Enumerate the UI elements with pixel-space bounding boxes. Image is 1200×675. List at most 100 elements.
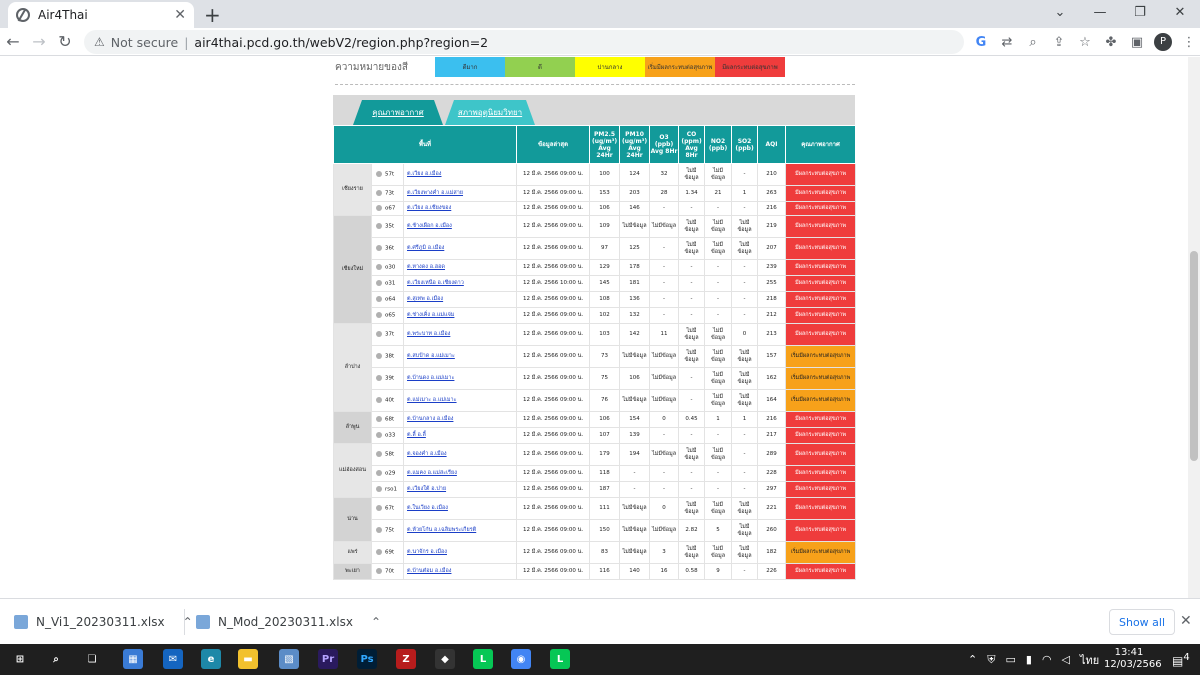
reload-icon[interactable]: ↻ [52,32,78,51]
area-link[interactable]: ต.พระบาท อ.เมือง [407,331,450,337]
chevron-up-icon[interactable]: ⌃ [371,615,381,629]
zoom-icon[interactable]: ⌕ [1020,35,1046,50]
line-icon[interactable]: L [550,649,570,669]
quality-cell: เริ่มมีผลกระทบต่อสุขภาพ [785,345,857,368]
share-icon[interactable]: ⇪ [1046,35,1072,50]
chevron-up-icon[interactable]: ⌃ [968,653,977,666]
download-filename[interactable]: N_Mod_20230311.xlsx [218,615,353,629]
task-view-icon[interactable]: ❏ [82,649,102,669]
pm10-cell: ไม่มีข้อมูล [619,345,651,368]
province-cell: เชียงราย [333,163,372,216]
area-link[interactable]: ต.แม่เมาะ อ.แม่เมาะ [407,397,457,403]
edge-icon[interactable]: e [201,649,221,669]
clock[interactable]: 13:41 12/03/2566 [1104,647,1162,671]
chrome-icon[interactable]: ◉ [511,649,531,669]
search-icon[interactable]: ⌕ [46,649,66,669]
close-tab-icon[interactable]: ✕ [174,7,186,23]
area-link[interactable]: ต.แมคง อ.แม่สะเรียง [407,470,457,476]
o3-cell: - [649,259,680,276]
table-row: เชียงใหม่ 35t ต.ช้างเผือก อ.เมือง 12 มี.ค. … [333,215,857,324]
display-icon[interactable]: ▭ [1005,653,1015,666]
area-link[interactable]: ต.ศรีภูมิ อ.เมือง [407,245,444,251]
volume-icon[interactable]: ◁ [1062,653,1070,666]
area-link[interactable]: ต.บ้านกลาง อ.เมือง [407,416,453,422]
maximize-icon[interactable]: ❐ [1120,0,1160,28]
close-window-icon[interactable]: ✕ [1160,0,1200,28]
photoshop-icon[interactable]: Ps [357,649,377,669]
quality-cell: มีผลกระทบต่อสุขภาพ [785,497,857,520]
area-link[interactable]: ต.สุเทพ อ.เมือง [407,296,443,302]
browser-tab[interactable]: Air4Thai ✕ [8,2,194,28]
pm10-cell: 194 [619,443,651,466]
area-link[interactable]: ต.เวียงใต้ อ.ปาย [407,486,446,492]
area-link[interactable]: ต.เวียงพางคำ อ.แม่สาย [407,190,463,196]
network-icon[interactable]: ◠ [1042,653,1052,666]
windows-start-icon[interactable]: ⊞ [10,649,30,669]
area-link[interactable]: ต.ห้วยโก๋น อ.เฉลิมพระเกียรติ [407,527,476,533]
area-link[interactable]: ต.หางดง อ.ฮอด [407,264,445,270]
scrollbar-thumb[interactable] [1190,251,1198,461]
address-bar[interactable]: ⚠ Not secure | air4thai.pcd.go.th/webV2/… [84,30,964,54]
download-bar: N_Vi1_20230311.xlsx ⌃ N_Mod_20230311.xls… [0,598,1200,644]
station-cell: 69t [371,541,404,564]
security-icon[interactable]: ⛨ [987,653,995,667]
show-all-button[interactable]: Show all [1109,609,1175,635]
extensions-icon[interactable]: ✤ [1098,35,1124,50]
no2-cell: 1 [704,411,733,428]
file-explorer-icon[interactable]: ▬ [238,649,258,669]
translate-icon[interactable]: ⇄ [994,35,1020,50]
new-tab-icon[interactable]: + [204,3,221,27]
menu-icon[interactable]: ⋮ [1176,35,1200,50]
area-link[interactable]: ต.สบป้าด อ.แม่เมาะ [407,353,455,359]
pm10-cell: 142 [619,323,651,346]
language-indicator[interactable]: ไทย [1080,651,1099,669]
premiere-icon[interactable]: Pr [318,649,338,669]
co-cell: - [678,307,706,324]
notification-icon[interactable]: ▤4 [1172,652,1190,668]
area-link[interactable]: ต.ช้างเผือก อ.เมือง [407,223,452,229]
side-panel-icon[interactable]: ▣ [1124,35,1150,50]
battery-icon[interactable]: ▮ [1026,653,1032,666]
aqi-cell: 207 [757,237,787,260]
co-cell: ไม่มีข้อมูล [678,163,706,186]
download-item-1[interactable]: N_Vi1_20230311.xlsx ⌃ [14,609,193,635]
area-link[interactable]: ต.เวียง อ.เมือง [407,171,442,177]
area-link[interactable]: ต.บ้านต๋อม อ.เมือง [407,568,451,574]
filezilla-icon[interactable]: Z [396,649,416,669]
download-filename[interactable]: N_Vi1_20230311.xlsx [36,615,165,629]
area-link[interactable]: ต.เวียง อ.เชียงของ [407,205,451,211]
co-cell: 0.45 [678,411,706,428]
tab-weather[interactable]: สภาพอุตุนิยมวิทยา [445,100,535,125]
area-link[interactable]: ต.ช่างเคิ่ง อ.แม่แจ่ม [407,312,454,318]
so2-cell: 1 [731,185,759,202]
store-icon[interactable]: ▦ [123,649,143,669]
close-download-bar-icon[interactable]: ✕ [1180,613,1192,629]
area-link[interactable]: ต.ลี้ อ.ลี้ [407,432,426,438]
not-secure-label[interactable]: Not secure [111,35,178,50]
minimize-icon[interactable]: — [1080,0,1120,28]
line-icon[interactable]: L [473,649,493,669]
profile-avatar[interactable]: P [1154,33,1172,51]
photos-icon[interactable]: ▧ [279,649,299,669]
mail-icon[interactable]: ✉ [163,649,183,669]
station-cell: 70t [371,563,404,580]
page-scrollbar[interactable] [1188,57,1200,598]
area-link[interactable]: ต.เวียงเหนือ อ.เชียงดาว [407,280,464,286]
area-link[interactable]: ต.บ้านดง อ.แม่เมาะ [407,375,454,381]
area-link[interactable]: ต.นาจักร อ.เมือง [407,549,447,555]
area-link[interactable]: ต.ในเวียง อ.เมือง [407,505,448,511]
download-item-2[interactable]: N_Mod_20230311.xlsx ⌃ [196,609,381,635]
warning-icon[interactable]: ⚠ [94,35,105,49]
forward-icon[interactable]: → [26,32,52,51]
bookmark-star-icon[interactable]: ☆ [1072,35,1098,50]
davinci-icon[interactable]: ◆ [435,649,455,669]
tab-search-icon[interactable]: ⌄ [1040,0,1080,28]
table-row: 36t ต.ศรีภูมิ อ.เมือง 12 มี.ค. 2566 09:00 … [334,237,857,260]
no2-cell: - [704,481,733,498]
aqi-cell: 263 [757,185,787,202]
area-link[interactable]: ต.จองคำ อ.เมือง [407,451,447,457]
url-text[interactable]: air4thai.pcd.go.th/webV2/region.php?regi… [194,35,488,50]
tab-air-quality[interactable]: คุณภาพอากาศ [353,100,443,125]
back-icon[interactable]: ← [0,32,26,51]
google-icon[interactable]: G [968,35,994,50]
